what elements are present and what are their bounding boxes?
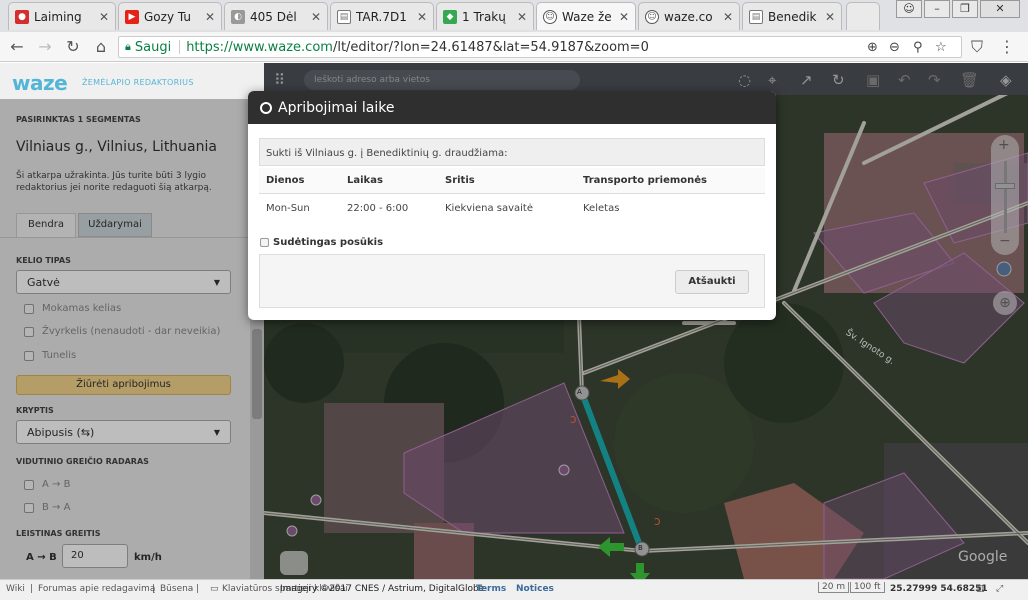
forum-link[interactable]: Forumas apie redagavimą bbox=[38, 584, 155, 594]
laiming-icon: ● bbox=[15, 9, 29, 24]
imagery-credit: Imagery ©2017 CNES / Astrium, DigitalGlo… bbox=[280, 584, 485, 594]
waze-logo: waze bbox=[12, 71, 68, 95]
document-icon: ▤ bbox=[337, 9, 351, 24]
google-maps-icon: ◆ bbox=[443, 9, 457, 24]
minimize-icon[interactable]: – bbox=[924, 0, 950, 18]
status-link[interactable]: Būsena bbox=[160, 584, 193, 594]
scale-meters: 20 m bbox=[818, 582, 850, 593]
url-field[interactable]: 🔒︎ Saugi https://www.waze.com/lt/editor/… bbox=[118, 36, 962, 58]
browser-tab[interactable]: ◐ 405 Dėl ✕ bbox=[224, 2, 328, 30]
browser-tab[interactable]: ● Laiming ✕ bbox=[8, 2, 116, 30]
close-tab-icon[interactable]: ✕ bbox=[417, 10, 427, 24]
complex-turn-checkbox[interactable]: Sudėtingas posūkis bbox=[260, 237, 383, 248]
close-tab-icon[interactable]: ✕ bbox=[723, 10, 733, 24]
browser-tab-bar: ● Laiming ✕ ▶ Gozy Tu ✕ ◐ 405 Dėl ✕ ▤ TAR.7… bbox=[0, 0, 1028, 32]
extension-icon[interactable]: ⚲ bbox=[913, 40, 923, 55]
dialog-title: Apribojimai laike bbox=[278, 99, 395, 116]
scale-feet: 100 ft bbox=[850, 582, 885, 593]
cell-range: Kiekviena savaitė bbox=[445, 203, 534, 214]
browser-tab[interactable]: ☺ waze.co ✕ bbox=[638, 2, 740, 30]
new-tab-button[interactable] bbox=[846, 2, 880, 30]
dialog-header: Apribojimai laike bbox=[248, 91, 776, 124]
close-tab-icon[interactable]: ✕ bbox=[517, 10, 527, 24]
browser-tab[interactable]: ▤ Benedik ✕ bbox=[742, 2, 842, 30]
cell-time: 22:00 - 6:00 bbox=[347, 203, 409, 214]
address-bar: ← → ↻ ⌂ 🔒︎ Saugi https://www.waze.com/lt… bbox=[0, 32, 1028, 62]
cancel-button[interactable]: Atšaukti bbox=[675, 270, 749, 294]
sidebar: waze ŽEMĖLAPIO REDAKTORIUS PASIRINKTAS 1… bbox=[0, 63, 264, 579]
restrictions-table: Dienos Laikas Sritis Transporto priemonė… bbox=[259, 168, 765, 223]
close-tab-icon[interactable]: ✕ bbox=[311, 10, 321, 24]
browser-tab[interactable]: ▤ TAR.7D1 ✕ bbox=[330, 2, 434, 30]
restriction-description: Sukti iš Vilniaus g. į Benediktinių g. d… bbox=[259, 138, 765, 166]
terms-link[interactable]: Terms bbox=[476, 584, 506, 594]
extension-icon[interactable]: ⛉ bbox=[966, 37, 988, 57]
keyboard-icon: ▭ bbox=[210, 584, 219, 594]
status-bar: Wiki | Forumas apie redagavimą | Būsena … bbox=[0, 579, 1028, 600]
coordinates-readout: 25.27999 54.68251 bbox=[890, 584, 988, 594]
close-tab-icon[interactable]: ✕ bbox=[619, 10, 629, 24]
back-icon[interactable]: ← bbox=[6, 37, 28, 57]
browser-tab[interactable]: ▶ Gozy Tu ✕ bbox=[118, 2, 222, 30]
cell-vehicles: Keletas bbox=[583, 203, 620, 214]
modal-backdrop bbox=[0, 99, 264, 579]
reload-icon[interactable]: ↻ bbox=[62, 37, 84, 57]
lock-icon: 🔒︎ bbox=[125, 40, 131, 53]
col-time: Laikas bbox=[340, 168, 438, 194]
wiki-link[interactable]: Wiki bbox=[6, 584, 25, 594]
waze-icon: ☺ bbox=[543, 9, 557, 24]
map-icon[interactable]: ▥ bbox=[976, 584, 985, 594]
secure-label: Saugi bbox=[134, 39, 172, 55]
document-icon: ▤ bbox=[749, 9, 763, 24]
dialog-footer: Atšaukti bbox=[259, 254, 765, 308]
col-vehicles: Transporto priemonės bbox=[576, 168, 765, 194]
browser-tab-active[interactable]: ☺ Waze že ✕ bbox=[536, 2, 636, 30]
home-icon[interactable]: ⌂ bbox=[90, 37, 112, 57]
location-icon[interactable]: ⊕ bbox=[867, 40, 878, 55]
editor-label: ŽEMĖLAPIO REDAKTORIUS bbox=[82, 78, 194, 87]
col-days: Dienos bbox=[259, 168, 340, 194]
notices-link[interactable]: Notices bbox=[516, 584, 554, 594]
col-range: Sritis bbox=[438, 168, 576, 194]
forward-icon[interactable]: → bbox=[34, 37, 56, 57]
app-header: waze ŽEMĖLAPIO REDAKTORIUS bbox=[0, 63, 264, 99]
youtube-icon: ▶ bbox=[125, 9, 139, 24]
close-tab-icon[interactable]: ✕ bbox=[825, 10, 835, 24]
user-icon[interactable]: ☺ bbox=[896, 0, 922, 18]
time-restrictions-dialog: Apribojimai laike Sukti iš Vilniaus g. į… bbox=[248, 91, 776, 320]
cell-days: Mon-Sun bbox=[266, 203, 310, 214]
restore-icon[interactable]: ❐ bbox=[952, 0, 978, 18]
table-row: Mon-Sun 22:00 - 6:00 Kiekviena savaitė K… bbox=[259, 194, 765, 224]
bookmark-star-icon[interactable]: ☆ bbox=[935, 40, 947, 55]
close-tab-icon[interactable]: ✕ bbox=[99, 10, 109, 24]
waze-icon: ☺ bbox=[645, 9, 659, 24]
clock-icon bbox=[260, 101, 272, 114]
close-tab-icon[interactable]: ✕ bbox=[205, 10, 215, 24]
url-text: https://www.waze.com/lt/editor/?lon=24.6… bbox=[186, 39, 649, 55]
menu-icon[interactable]: ⋮ bbox=[996, 37, 1018, 57]
browser-tab[interactable]: ◆ 1 Trakų ✕ bbox=[436, 2, 534, 30]
close-window-icon[interactable]: ✕ bbox=[980, 0, 1020, 18]
page-icon: ◐ bbox=[231, 9, 245, 24]
fullscreen-icon[interactable]: ⤢ bbox=[996, 584, 1003, 594]
zoom-icon[interactable]: ⊖ bbox=[889, 40, 900, 55]
